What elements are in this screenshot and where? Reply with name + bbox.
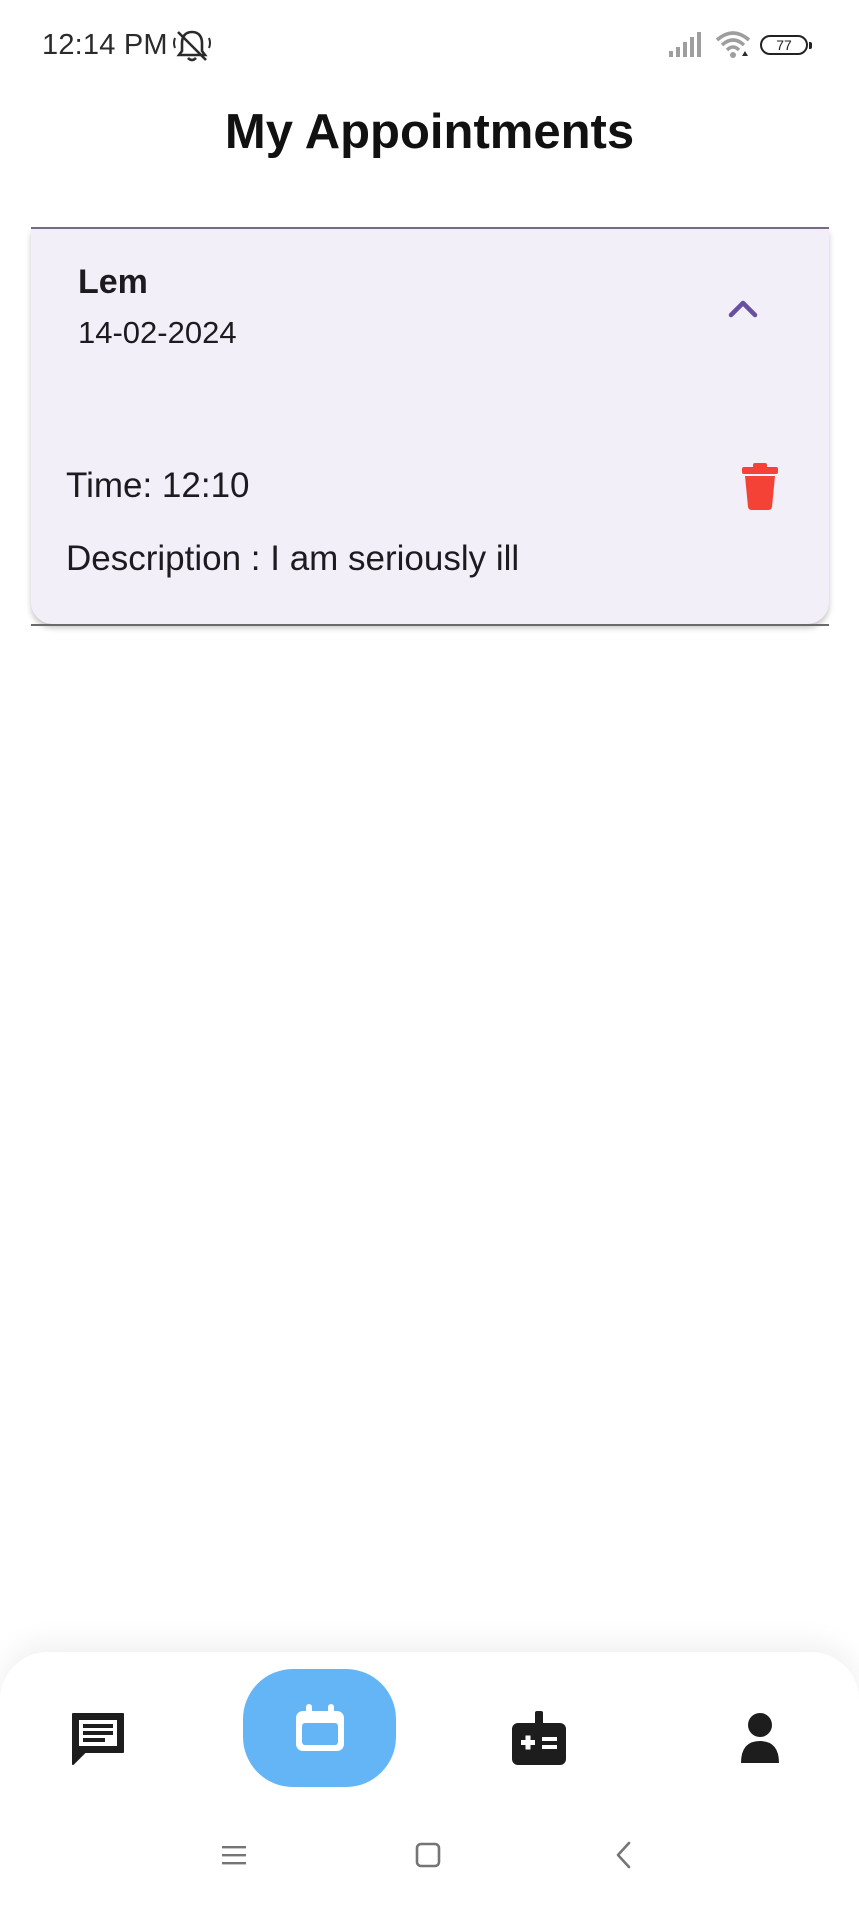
cell-signal-icon xyxy=(669,32,701,57)
recent-apps-button[interactable] xyxy=(209,1830,259,1880)
home-square-icon xyxy=(415,1842,441,1868)
home-button[interactable] xyxy=(403,1830,453,1880)
nav-chat-button[interactable] xyxy=(62,1702,134,1774)
status-bar: 12:14 PM 77 xyxy=(0,0,859,92)
battery-level: 77 xyxy=(776,37,792,53)
page-title: My Appointments xyxy=(224,105,635,159)
divider xyxy=(31,624,829,626)
status-time: 12:14 PM xyxy=(42,29,168,61)
appointment-time: Time: 12:10 xyxy=(66,466,250,505)
system-navigation-bar xyxy=(0,1830,859,1880)
appointment-card[interactable]: Lem 14-02-2024 Time: 12:10 Description :… xyxy=(31,229,829,624)
calendar-icon xyxy=(295,1704,344,1751)
appointment-name: Lem xyxy=(78,263,148,301)
wifi-icon xyxy=(715,31,751,58)
appointment-description: Description : I am seriously ill xyxy=(66,539,520,578)
chevron-up-icon[interactable] xyxy=(723,293,763,323)
nav-appointments-button[interactable] xyxy=(243,1669,396,1787)
battery-indicator: 77 xyxy=(760,35,812,55)
appointment-date: 14-02-2024 xyxy=(78,315,237,350)
notifications-muted-icon xyxy=(173,30,211,62)
nav-medical-button[interactable] xyxy=(503,1702,575,1774)
medical-kit-icon xyxy=(512,1711,566,1765)
delete-icon[interactable] xyxy=(736,461,784,511)
person-icon xyxy=(741,1713,779,1763)
chat-icon xyxy=(72,1713,124,1765)
back-arrow-icon xyxy=(616,1841,631,1869)
back-button[interactable] xyxy=(599,1830,649,1880)
menu-icon xyxy=(222,1846,246,1865)
nav-profile-button[interactable] xyxy=(724,1702,796,1774)
